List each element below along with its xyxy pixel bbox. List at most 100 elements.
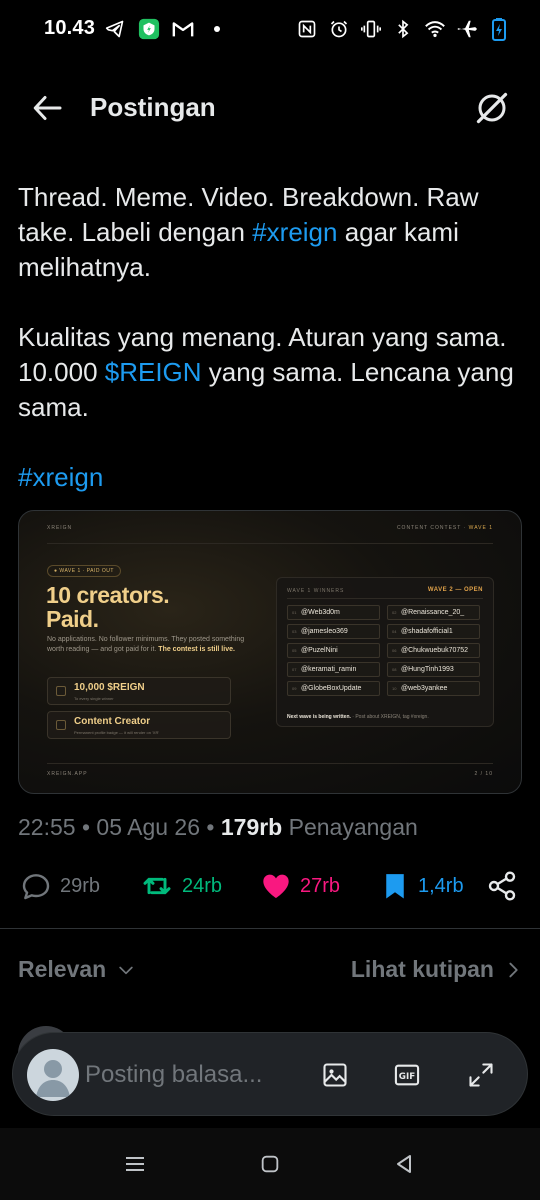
wifi-icon [424, 18, 446, 40]
media-reward-box: 10,000 $REIGN To every single winner [47, 677, 231, 705]
winner-cell: 08 @HungTinh1993 [387, 662, 480, 677]
replies-sort-row: Relevan Lihat kutipan [0, 950, 540, 990]
views-count: 179rb [220, 814, 283, 840]
post-actions: 29rb 24rb 27rb 1,4rb [18, 866, 522, 906]
winner-cell: 04 @shadafofficial1 [387, 624, 480, 639]
sort-dropdown[interactable]: Relevan [18, 956, 136, 983]
reply-count: 29rb [60, 874, 101, 897]
heart-icon [263, 874, 289, 898]
cashtag-link[interactable]: $REIGN [105, 357, 202, 387]
vibrate-icon [360, 18, 382, 40]
post-date: 05 Agu 26 [96, 814, 201, 840]
winner-cell: 07 @keramati_ramin [287, 662, 380, 677]
status-time: 10.43 [44, 17, 96, 39]
menu-icon [126, 1157, 144, 1171]
repost-icon [143, 877, 171, 895]
back-button[interactable] [30, 90, 66, 126]
reply-input[interactable]: Posting balasa... [85, 1061, 262, 1089]
triangle-back-icon [397, 1155, 411, 1173]
winners-status: WAVE 2 — OPEN [427, 587, 483, 593]
media-brand: XREIGN [47, 525, 73, 531]
post-paragraph-3: #xreign [18, 460, 528, 495]
status-bar: 10.43 [0, 0, 540, 60]
view-quotes-label: Lihat kutipan [350, 956, 494, 982]
winners-label: WAVE 1 WINNERS [287, 588, 345, 594]
media-description: No applications. No follower minimums. T… [47, 636, 245, 653]
image-icon [323, 1063, 347, 1087]
gmail-icon [172, 18, 194, 40]
winner-cell: 10 @web3yankee [387, 681, 480, 696]
nfc-icon [296, 18, 318, 40]
alarm-icon [328, 18, 350, 40]
media-divider-top [47, 543, 493, 544]
recents-button[interactable] [121, 1150, 149, 1178]
winner-cell: 05 @PuzelNini [287, 643, 380, 658]
back-nav-button[interactable] [390, 1150, 418, 1178]
chevron-down-icon [119, 966, 133, 974]
top-app-bar: Postingan [0, 70, 540, 146]
reply-icon [22, 874, 50, 900]
media-wave-label: WAVE 1 [468, 525, 493, 531]
hashtag-link[interactable]: #xreign [252, 217, 337, 247]
expand-composer-button[interactable] [465, 1059, 497, 1091]
shield-app-icon [138, 18, 160, 40]
sort-label: Relevan [18, 956, 107, 982]
coin-icon [56, 686, 66, 696]
bookmark-count: 1,4rb [418, 874, 464, 897]
media-footer-url: XREIGN.APP [47, 771, 88, 777]
gif-icon: GIF [394, 1064, 420, 1086]
repost-count: 24rb [182, 874, 223, 897]
media-page-indicator: 2 / 10 [474, 771, 493, 777]
post-body: Thread. Meme. Video. Breakdown. Raw take… [18, 180, 528, 495]
home-icon [261, 1155, 279, 1173]
winner-cell: 02 @Renaissance_20_ [387, 605, 480, 620]
bluetooth-icon [392, 18, 414, 40]
user-avatar [27, 1049, 79, 1101]
reply-button[interactable]: 29rb [20, 866, 100, 906]
post-meta: 22:55 • 05 Agu 26 • 179rb Penayangan [18, 814, 418, 840]
expand-icon [469, 1063, 493, 1087]
add-gif-button[interactable]: GIF [391, 1059, 423, 1091]
svg-text:GIF: GIF [399, 1072, 415, 1082]
grok-button[interactable] [474, 90, 510, 126]
media-contest-label: CONTENT CONTEST [396, 525, 462, 531]
post-time: 22:55 [18, 814, 76, 840]
like-button[interactable]: 27rb [260, 866, 340, 906]
chevron-right-icon [509, 962, 518, 977]
winner-cell: 06 @Chukwuebuk70752 [387, 643, 480, 658]
bookmark-button[interactable]: 1,4rb [380, 866, 464, 906]
like-count: 27rb [300, 874, 341, 897]
share-icon [488, 871, 516, 901]
views-label: Penayangan [288, 814, 418, 840]
view-quotes-link[interactable]: Lihat kutipan [351, 956, 522, 983]
winners-panel: WAVE 1 WINNERS WAVE 2 — OPEN 01 @Web3d0m … [276, 577, 494, 727]
badge-icon [56, 720, 66, 730]
system-nav-bar [0, 1128, 540, 1200]
reply-composer[interactable]: Posting balasa... GIF [12, 1032, 528, 1116]
winner-cell: 03 @jamesleo369 [287, 624, 380, 639]
post-paragraph-1: Thread. Meme. Video. Breakdown. Raw take… [18, 182, 479, 282]
post-media-image[interactable]: XREIGN CONTENT CONTEST · WAVE 1 ● WAVE 1… [18, 510, 522, 794]
media-badge-box: Content Creator Permanent profile badge … [47, 711, 231, 739]
home-button[interactable] [256, 1150, 284, 1178]
repost-button[interactable]: 24rb [140, 866, 222, 906]
winner-cell: 09 @GlobeBoxUpdate [287, 681, 380, 696]
winners-footer: Next wave is being written. · Post about… [287, 714, 429, 720]
airplane-icon [456, 18, 478, 40]
grok-icon [476, 92, 508, 124]
bookmark-icon [386, 874, 404, 899]
media-headline: 10 creators. Paid. [46, 582, 170, 632]
post-paragraph-2: Kualitas yang menang. Aturan yang sama. … [18, 322, 514, 422]
telegram-icon [104, 18, 126, 40]
dot-icon [206, 18, 228, 40]
hashtag-link-2[interactable]: #xreign [18, 462, 103, 492]
divider [0, 928, 540, 929]
add-image-button[interactable] [319, 1059, 351, 1091]
winner-cell: 01 @Web3d0m [287, 605, 380, 620]
media-divider-bottom [47, 763, 493, 764]
share-button[interactable] [486, 866, 518, 906]
page-title: Postingan [90, 92, 216, 122]
media-status-pill: ● WAVE 1 · PAID OUT [47, 565, 121, 577]
arrow-left-icon [33, 96, 62, 120]
battery-charging-icon [488, 18, 510, 41]
